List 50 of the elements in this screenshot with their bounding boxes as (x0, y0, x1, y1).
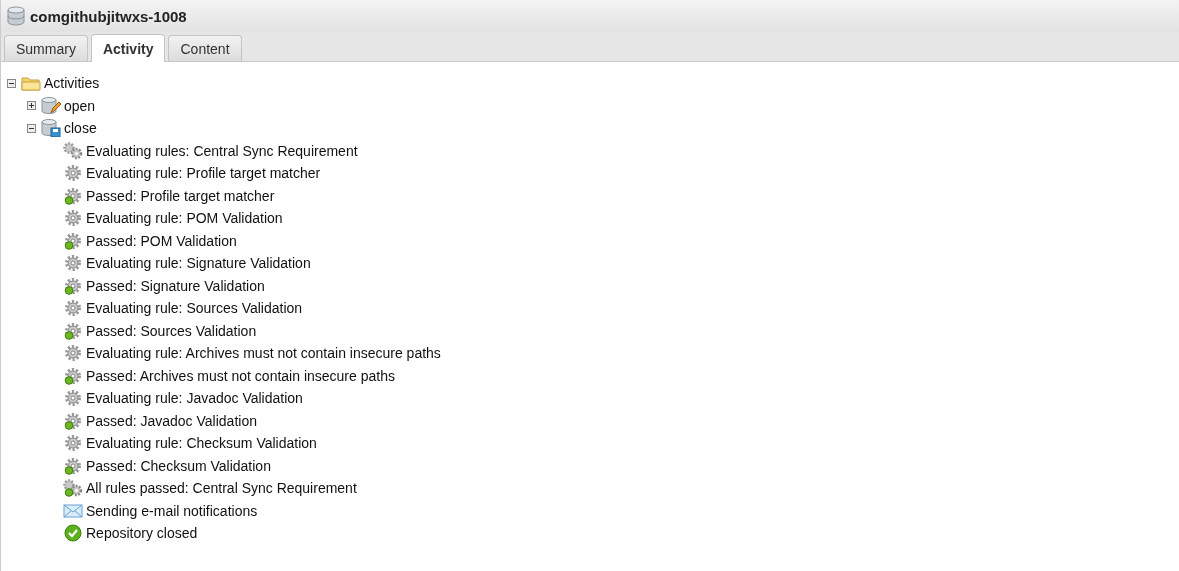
tree-node-label[interactable]: Evaluating rule: Sources Validation (86, 300, 303, 317)
tree-node-label[interactable]: Evaluating rules: Central Sync Requirement (86, 142, 358, 159)
tree-node-label[interactable]: Evaluating rule: Checksum Validation (86, 435, 317, 452)
gear-check-icon (63, 366, 83, 385)
gear-icon (63, 209, 83, 228)
gear-icon (63, 434, 83, 453)
gears-icon (63, 141, 83, 160)
database-icon (7, 6, 25, 26)
tree-node-label[interactable]: All rules passed: Central Sync Requirement (86, 480, 357, 497)
collapse-toggle-icon[interactable] (27, 123, 39, 133)
gear-check-icon (63, 276, 83, 295)
tree-node-label[interactable]: open (64, 97, 96, 114)
database-pencil-icon (41, 96, 61, 115)
tree-node-label[interactable]: Passed: POM Validation (86, 232, 237, 249)
tree-node-label[interactable]: Passed: Checksum Validation (86, 457, 271, 474)
tree-node-label[interactable]: Passed: Archives must not contain insecure paths (86, 367, 395, 384)
gear-check-icon (63, 231, 83, 250)
gear-check-icon (63, 321, 83, 340)
tree-node-label[interactable]: Evaluating rule: Archives must not contain insecure paths (86, 345, 441, 362)
tree-node-label[interactable]: Sending e-mail notifications (86, 502, 258, 519)
gear-icon (63, 164, 83, 183)
tree-node-label[interactable]: Passed: Javadoc Validation (86, 412, 257, 429)
folder-icon (21, 75, 41, 92)
tree-node-label[interactable]: Passed: Profile target matcher (86, 187, 275, 204)
tree-node-label[interactable]: Activities (44, 75, 100, 92)
window-title: comgithubjitwxs-1008 (30, 7, 187, 25)
gear-check-icon (63, 186, 83, 205)
gear-icon (63, 344, 83, 363)
database-disk-icon (41, 119, 61, 138)
gear-icon (63, 299, 83, 318)
tree-node-label[interactable]: Passed: Signature Validation (86, 277, 265, 294)
tree-node-label[interactable]: Evaluating rule: Profile target matcher (86, 165, 321, 182)
tree-node-label[interactable]: Evaluating rule: Javadoc Validation (86, 390, 303, 407)
tree-node-label[interactable]: Evaluating rule: POM Validation (86, 210, 283, 227)
gear-check-icon (63, 456, 83, 475)
tree-node-label[interactable]: Repository closed (86, 525, 198, 542)
tree-node-label[interactable]: Evaluating rule: Signature Validation (86, 255, 311, 272)
gear-icon (63, 254, 83, 273)
gear-icon (63, 389, 83, 408)
checkmark-icon (63, 524, 83, 543)
gears-check-icon (63, 479, 83, 498)
collapse-toggle-icon[interactable] (7, 78, 19, 88)
envelope-icon (63, 502, 83, 519)
gear-check-icon (63, 411, 83, 430)
tab[interactable]: Activity (90, 34, 166, 62)
expand-toggle-icon[interactable] (27, 101, 39, 111)
tree-node-label[interactable]: Passed: Sources Validation (86, 322, 257, 339)
tab[interactable]: Summary (4, 35, 88, 61)
tab[interactable]: Content (168, 35, 242, 61)
tree-node-label[interactable]: close (64, 120, 97, 137)
